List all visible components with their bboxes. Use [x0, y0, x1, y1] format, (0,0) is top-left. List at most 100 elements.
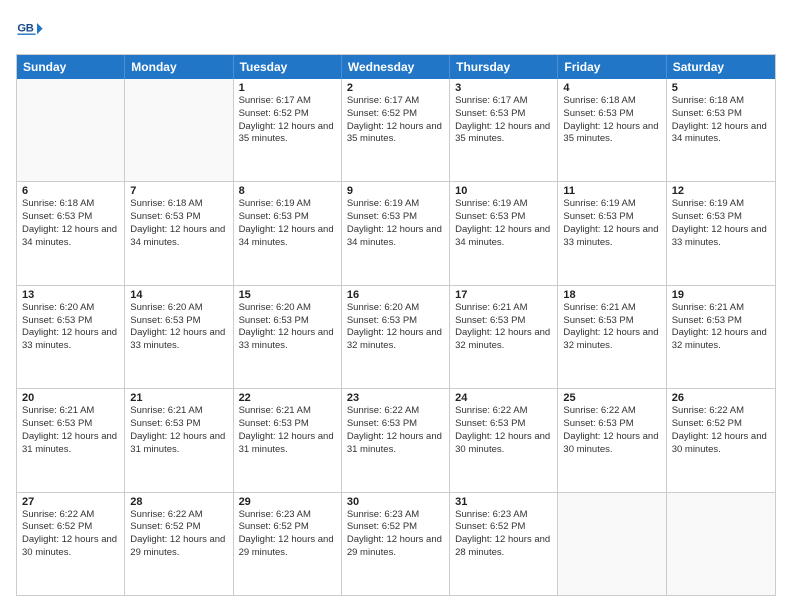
calendar-body: 1Sunrise: 6:17 AM Sunset: 6:52 PM Daylig… [17, 79, 775, 595]
day-number: 13 [22, 289, 119, 301]
day-header-wednesday: Wednesday [342, 55, 450, 79]
day-number: 27 [22, 496, 119, 508]
calendar-cell [667, 493, 775, 595]
calendar-cell: 17Sunrise: 6:21 AM Sunset: 6:53 PM Dayli… [450, 286, 558, 388]
day-number: 26 [672, 392, 770, 404]
day-number: 1 [239, 82, 336, 94]
day-number: 8 [239, 185, 336, 197]
day-number: 12 [672, 185, 770, 197]
day-number: 2 [347, 82, 444, 94]
day-info: Sunrise: 6:21 AM Sunset: 6:53 PM Dayligh… [672, 302, 770, 353]
page-header: G B [16, 16, 776, 44]
calendar-cell: 22Sunrise: 6:21 AM Sunset: 6:53 PM Dayli… [234, 389, 342, 491]
calendar-cell: 19Sunrise: 6:21 AM Sunset: 6:53 PM Dayli… [667, 286, 775, 388]
calendar-row-3: 13Sunrise: 6:20 AM Sunset: 6:53 PM Dayli… [17, 285, 775, 388]
day-info: Sunrise: 6:22 AM Sunset: 6:53 PM Dayligh… [455, 405, 552, 456]
calendar-row-5: 27Sunrise: 6:22 AM Sunset: 6:52 PM Dayli… [17, 492, 775, 595]
day-info: Sunrise: 6:18 AM Sunset: 6:53 PM Dayligh… [563, 95, 660, 146]
calendar-row-2: 6Sunrise: 6:18 AM Sunset: 6:53 PM Daylig… [17, 181, 775, 284]
calendar-cell: 20Sunrise: 6:21 AM Sunset: 6:53 PM Dayli… [17, 389, 125, 491]
day-info: Sunrise: 6:21 AM Sunset: 6:53 PM Dayligh… [563, 302, 660, 353]
day-number: 6 [22, 185, 119, 197]
day-number: 28 [130, 496, 227, 508]
day-number: 5 [672, 82, 770, 94]
day-info: Sunrise: 6:20 AM Sunset: 6:53 PM Dayligh… [347, 302, 444, 353]
day-number: 30 [347, 496, 444, 508]
day-header-friday: Friday [558, 55, 666, 79]
calendar-cell: 9Sunrise: 6:19 AM Sunset: 6:53 PM Daylig… [342, 182, 450, 284]
day-info: Sunrise: 6:19 AM Sunset: 6:53 PM Dayligh… [239, 198, 336, 249]
day-header-sunday: Sunday [17, 55, 125, 79]
day-number: 3 [455, 82, 552, 94]
svg-text:G: G [17, 22, 26, 34]
calendar-cell: 2Sunrise: 6:17 AM Sunset: 6:52 PM Daylig… [342, 79, 450, 181]
day-info: Sunrise: 6:22 AM Sunset: 6:52 PM Dayligh… [130, 509, 227, 560]
calendar-cell: 14Sunrise: 6:20 AM Sunset: 6:53 PM Dayli… [125, 286, 233, 388]
day-info: Sunrise: 6:23 AM Sunset: 6:52 PM Dayligh… [347, 509, 444, 560]
calendar-cell: 24Sunrise: 6:22 AM Sunset: 6:53 PM Dayli… [450, 389, 558, 491]
calendar-cell: 5Sunrise: 6:18 AM Sunset: 6:53 PM Daylig… [667, 79, 775, 181]
calendar-header: SundayMondayTuesdayWednesdayThursdayFrid… [17, 55, 775, 79]
day-info: Sunrise: 6:22 AM Sunset: 6:53 PM Dayligh… [347, 405, 444, 456]
day-info: Sunrise: 6:19 AM Sunset: 6:53 PM Dayligh… [563, 198, 660, 249]
day-number: 18 [563, 289, 660, 301]
calendar-cell: 30Sunrise: 6:23 AM Sunset: 6:52 PM Dayli… [342, 493, 450, 595]
day-info: Sunrise: 6:20 AM Sunset: 6:53 PM Dayligh… [22, 302, 119, 353]
day-number: 15 [239, 289, 336, 301]
day-number: 9 [347, 185, 444, 197]
calendar-cell: 31Sunrise: 6:23 AM Sunset: 6:52 PM Dayli… [450, 493, 558, 595]
day-info: Sunrise: 6:19 AM Sunset: 6:53 PM Dayligh… [347, 198, 444, 249]
day-header-monday: Monday [125, 55, 233, 79]
day-info: Sunrise: 6:23 AM Sunset: 6:52 PM Dayligh… [239, 509, 336, 560]
logo: G B [16, 16, 46, 44]
logo-icon: G B [16, 16, 44, 44]
calendar-cell: 11Sunrise: 6:19 AM Sunset: 6:53 PM Dayli… [558, 182, 666, 284]
calendar-row-4: 20Sunrise: 6:21 AM Sunset: 6:53 PM Dayli… [17, 388, 775, 491]
day-info: Sunrise: 6:18 AM Sunset: 6:53 PM Dayligh… [22, 198, 119, 249]
calendar-cell [125, 79, 233, 181]
day-header-saturday: Saturday [667, 55, 775, 79]
day-info: Sunrise: 6:21 AM Sunset: 6:53 PM Dayligh… [22, 405, 119, 456]
day-info: Sunrise: 6:20 AM Sunset: 6:53 PM Dayligh… [239, 302, 336, 353]
calendar-cell: 18Sunrise: 6:21 AM Sunset: 6:53 PM Dayli… [558, 286, 666, 388]
day-info: Sunrise: 6:21 AM Sunset: 6:53 PM Dayligh… [130, 405, 227, 456]
day-number: 24 [455, 392, 552, 404]
calendar-row-1: 1Sunrise: 6:17 AM Sunset: 6:52 PM Daylig… [17, 79, 775, 181]
day-number: 19 [672, 289, 770, 301]
calendar-cell: 27Sunrise: 6:22 AM Sunset: 6:52 PM Dayli… [17, 493, 125, 595]
calendar: SundayMondayTuesdayWednesdayThursdayFrid… [16, 54, 776, 596]
day-info: Sunrise: 6:22 AM Sunset: 6:53 PM Dayligh… [563, 405, 660, 456]
day-number: 7 [130, 185, 227, 197]
calendar-cell: 12Sunrise: 6:19 AM Sunset: 6:53 PM Dayli… [667, 182, 775, 284]
day-number: 14 [130, 289, 227, 301]
calendar-cell: 29Sunrise: 6:23 AM Sunset: 6:52 PM Dayli… [234, 493, 342, 595]
calendar-cell: 6Sunrise: 6:18 AM Sunset: 6:53 PM Daylig… [17, 182, 125, 284]
day-number: 17 [455, 289, 552, 301]
day-number: 29 [239, 496, 336, 508]
calendar-cell [17, 79, 125, 181]
calendar-cell: 26Sunrise: 6:22 AM Sunset: 6:52 PM Dayli… [667, 389, 775, 491]
calendar-cell: 15Sunrise: 6:20 AM Sunset: 6:53 PM Dayli… [234, 286, 342, 388]
day-info: Sunrise: 6:22 AM Sunset: 6:52 PM Dayligh… [22, 509, 119, 560]
day-info: Sunrise: 6:18 AM Sunset: 6:53 PM Dayligh… [130, 198, 227, 249]
day-number: 11 [563, 185, 660, 197]
day-info: Sunrise: 6:17 AM Sunset: 6:52 PM Dayligh… [239, 95, 336, 146]
day-info: Sunrise: 6:21 AM Sunset: 6:53 PM Dayligh… [239, 405, 336, 456]
day-info: Sunrise: 6:17 AM Sunset: 6:53 PM Dayligh… [455, 95, 552, 146]
day-info: Sunrise: 6:21 AM Sunset: 6:53 PM Dayligh… [455, 302, 552, 353]
calendar-cell: 1Sunrise: 6:17 AM Sunset: 6:52 PM Daylig… [234, 79, 342, 181]
day-number: 31 [455, 496, 552, 508]
calendar-cell: 3Sunrise: 6:17 AM Sunset: 6:53 PM Daylig… [450, 79, 558, 181]
day-info: Sunrise: 6:17 AM Sunset: 6:52 PM Dayligh… [347, 95, 444, 146]
calendar-cell: 8Sunrise: 6:19 AM Sunset: 6:53 PM Daylig… [234, 182, 342, 284]
day-number: 10 [455, 185, 552, 197]
day-info: Sunrise: 6:20 AM Sunset: 6:53 PM Dayligh… [130, 302, 227, 353]
calendar-cell: 7Sunrise: 6:18 AM Sunset: 6:53 PM Daylig… [125, 182, 233, 284]
day-number: 16 [347, 289, 444, 301]
day-info: Sunrise: 6:19 AM Sunset: 6:53 PM Dayligh… [455, 198, 552, 249]
calendar-cell: 13Sunrise: 6:20 AM Sunset: 6:53 PM Dayli… [17, 286, 125, 388]
day-number: 4 [563, 82, 660, 94]
day-number: 25 [563, 392, 660, 404]
calendar-cell: 21Sunrise: 6:21 AM Sunset: 6:53 PM Dayli… [125, 389, 233, 491]
calendar-cell: 10Sunrise: 6:19 AM Sunset: 6:53 PM Dayli… [450, 182, 558, 284]
